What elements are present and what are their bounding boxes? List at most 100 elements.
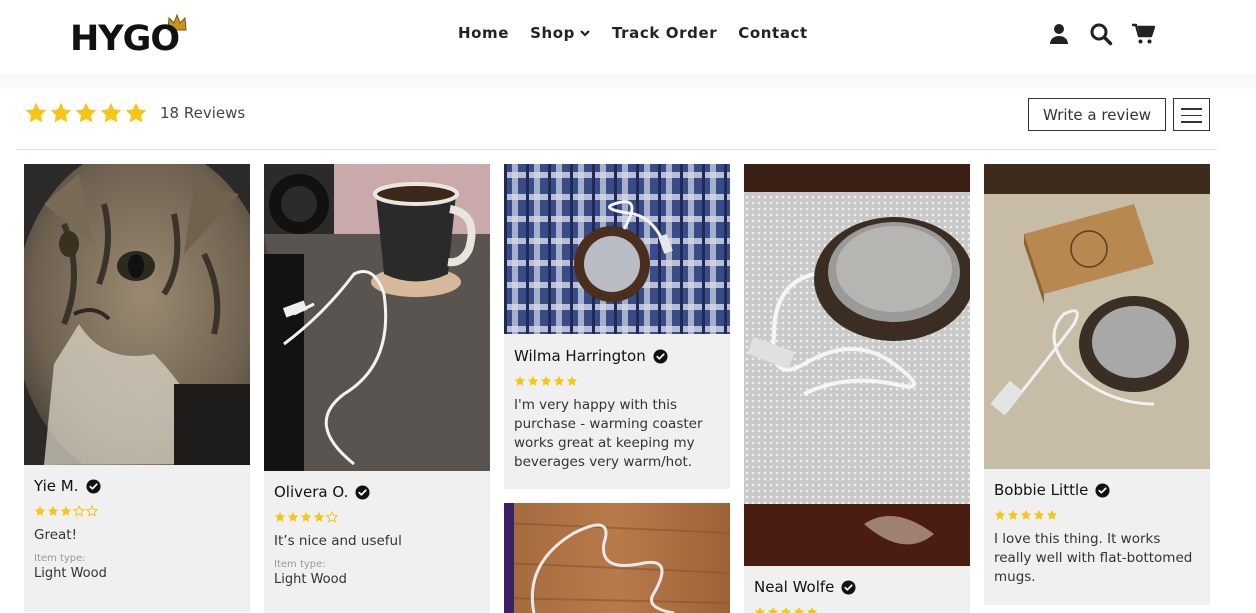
star-icon bbox=[99, 101, 123, 125]
star-filled-icon bbox=[313, 511, 325, 523]
cart-icon[interactable] bbox=[1131, 22, 1155, 46]
review-photo[interactable] bbox=[24, 164, 250, 465]
review-text: I'm very happy with this purchase - warm… bbox=[514, 397, 703, 470]
brand-logo[interactable]: HYGO bbox=[70, 14, 200, 60]
star-filled-icon bbox=[1007, 509, 1019, 521]
star-empty-icon bbox=[326, 511, 338, 523]
star-filled-icon bbox=[1033, 509, 1045, 521]
review-count[interactable]: 18 Reviews bbox=[160, 104, 245, 122]
review-text: Great! bbox=[34, 527, 77, 543]
star-filled-icon bbox=[754, 606, 766, 613]
reviews-summary: 18 Reviews bbox=[24, 101, 245, 125]
review-card[interactable]: Yie M. Great! Item type: Light Wood bbox=[24, 164, 250, 612]
star-empty-icon bbox=[86, 505, 98, 517]
review-card[interactable]: Wilma Harrington I'm very happy with thi… bbox=[504, 164, 730, 489]
star-filled-icon bbox=[566, 375, 578, 387]
review-card[interactable]: Bobbie Little I love this thing. It work… bbox=[984, 164, 1210, 605]
chevron-down-icon bbox=[580, 30, 590, 37]
reviewer: Neal Wolfe bbox=[754, 578, 960, 596]
review-card[interactable]: Olivera O. It’s nice and useful Item typ… bbox=[264, 164, 490, 613]
main-nav: Home Shop Track Order Contact bbox=[458, 24, 808, 42]
verified-badge-icon bbox=[86, 479, 101, 494]
review-photo[interactable] bbox=[504, 164, 730, 334]
star-icon bbox=[124, 101, 148, 125]
star-filled-icon bbox=[1020, 509, 1032, 521]
review-photo[interactable] bbox=[984, 164, 1210, 469]
nav-contact[interactable]: Contact bbox=[738, 24, 808, 42]
star-filled-icon bbox=[780, 606, 792, 613]
star-filled-icon bbox=[540, 375, 552, 387]
verified-badge-icon bbox=[355, 485, 370, 500]
review-body: Yie M. Great! Item type: Light Wood bbox=[24, 477, 250, 581]
review-photo[interactable] bbox=[504, 503, 730, 613]
reviewer-name: Bobbie Little bbox=[994, 481, 1089, 499]
nav-track-order-label: Track Order bbox=[612, 24, 718, 42]
nav-home[interactable]: Home bbox=[458, 24, 509, 42]
header-actions bbox=[1047, 22, 1155, 46]
verified-badge-icon bbox=[1095, 483, 1110, 498]
star-filled-icon bbox=[60, 505, 72, 517]
reviewer-name: Olivera O. bbox=[274, 483, 349, 501]
star-filled-icon bbox=[793, 606, 805, 613]
review-text: It’s nice and useful bbox=[274, 533, 402, 549]
star-filled-icon bbox=[994, 509, 1006, 521]
star-filled-icon bbox=[1046, 509, 1058, 521]
review-card[interactable] bbox=[504, 503, 730, 613]
star-filled-icon bbox=[47, 505, 59, 517]
item-type-label: Item type: bbox=[274, 559, 326, 570]
filter-menu-button[interactable] bbox=[1173, 98, 1210, 131]
reviewer: Olivera O. bbox=[274, 483, 480, 501]
review-body: Wilma Harrington I'm very happy with thi… bbox=[504, 347, 730, 472]
rating-stars bbox=[274, 511, 480, 523]
reviewer: Bobbie Little bbox=[994, 481, 1200, 499]
star-filled-icon bbox=[34, 505, 46, 517]
star-filled-icon bbox=[806, 606, 818, 613]
star-empty-icon bbox=[73, 505, 85, 517]
star-icon bbox=[74, 101, 98, 125]
item-type-label: Item type: bbox=[34, 553, 86, 564]
star-filled-icon bbox=[287, 511, 299, 523]
rating-stars bbox=[754, 606, 960, 613]
nav-shop[interactable]: Shop bbox=[530, 24, 591, 42]
review-text: I love this thing. It works really well … bbox=[994, 531, 1193, 585]
star-filled-icon bbox=[767, 606, 779, 613]
reviewer-name: Wilma Harrington bbox=[514, 347, 646, 365]
star-filled-icon bbox=[527, 375, 539, 387]
nav-contact-label: Contact bbox=[738, 24, 808, 42]
nav-track-order[interactable]: Track Order bbox=[612, 24, 717, 42]
star-filled-icon bbox=[300, 511, 312, 523]
menu-icon-line bbox=[1181, 114, 1202, 116]
menu-icon-line bbox=[1181, 108, 1202, 110]
verified-badge-icon bbox=[653, 349, 668, 364]
brand-name: HYGO bbox=[70, 19, 180, 59]
review-card[interactable]: Neal Wolfe bbox=[744, 164, 970, 613]
search-icon[interactable] bbox=[1089, 22, 1113, 46]
reviewer-name: Neal Wolfe bbox=[754, 578, 835, 596]
review-photo[interactable] bbox=[744, 164, 970, 566]
star-icon bbox=[24, 101, 48, 125]
average-rating-stars bbox=[24, 101, 148, 125]
verified-badge-icon bbox=[841, 580, 856, 595]
header-shadow bbox=[0, 74, 1256, 98]
menu-icon-line bbox=[1181, 121, 1202, 123]
star-filled-icon bbox=[274, 511, 286, 523]
write-review-button[interactable]: Write a review bbox=[1028, 98, 1166, 131]
reviewer-name: Yie M. bbox=[34, 477, 79, 495]
item-type-value: Light Wood bbox=[34, 566, 107, 581]
item-type-value: Light Wood bbox=[274, 572, 347, 587]
divider bbox=[17, 149, 1217, 150]
site-header: HYGO Home Shop Track Order Contact bbox=[0, 0, 1256, 74]
review-photo[interactable] bbox=[264, 164, 490, 471]
star-filled-icon bbox=[514, 375, 526, 387]
review-body: Bobbie Little I love this thing. It work… bbox=[984, 481, 1210, 587]
review-body: Olivera O. It’s nice and useful Item typ… bbox=[264, 483, 490, 587]
reviewer: Wilma Harrington bbox=[514, 347, 720, 365]
star-icon bbox=[49, 101, 73, 125]
star-filled-icon bbox=[553, 375, 565, 387]
rating-stars bbox=[34, 505, 240, 517]
nav-home-label: Home bbox=[458, 24, 510, 42]
review-body: Neal Wolfe bbox=[744, 578, 970, 613]
reviewer: Yie M. bbox=[34, 477, 240, 495]
user-icon[interactable] bbox=[1047, 22, 1071, 46]
rating-stars bbox=[514, 375, 720, 387]
